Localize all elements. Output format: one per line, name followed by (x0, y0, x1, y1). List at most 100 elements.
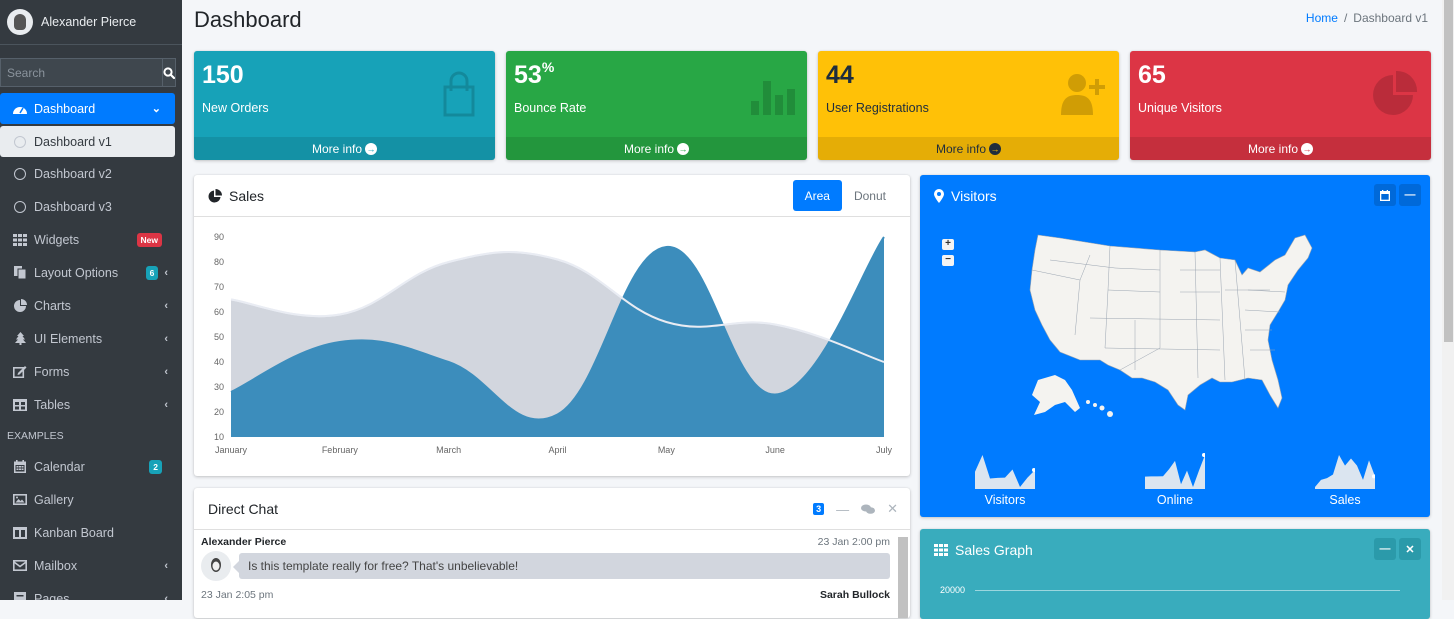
y-tick-label: 10 (214, 432, 224, 442)
search-icon (163, 66, 175, 79)
close-icon[interactable]: ✕ (887, 501, 898, 517)
sidebar: Alexander Pierce Dashboard ⌄ Dashboard v… (0, 0, 182, 600)
tree-icon (12, 332, 28, 346)
chevron-left-icon: ‹ (164, 299, 168, 312)
arrow-circle-right-icon: → (989, 142, 1002, 155)
remove-button[interactable]: ✕ (1399, 538, 1421, 560)
arrow-circle-right-icon: → (677, 142, 690, 155)
sidebar-item-dashboard-v2[interactable]: Dashboard v2 (0, 157, 182, 190)
sidebar-item-dashboard-v1[interactable]: Dashboard v1 (0, 126, 175, 157)
sidebar-item-dashboard-v3[interactable]: Dashboard v3 (0, 190, 182, 223)
breadcrumb: Home / Dashboard v1 (1305, 11, 1428, 25)
circle-icon (14, 135, 26, 148)
direct-chat-card: Direct Chat 3 — ✕ Alexander Pierce 23 Ja… (194, 488, 910, 618)
chevron-left-icon: ‹ (164, 559, 168, 572)
sidebar-item-tables[interactable]: Tables ‹ (0, 388, 182, 421)
pie-chart-icon (1373, 70, 1418, 115)
chevron-left-icon: ‹ (164, 332, 168, 345)
collapse-button[interactable]: — (1374, 538, 1396, 560)
box-value: 53% (514, 59, 555, 89)
table-icon (12, 398, 28, 412)
minus-icon: — (1404, 189, 1416, 201)
more-info-link[interactable]: More info → (194, 137, 495, 160)
sidebar-item-ui-elements[interactable]: UI Elements ‹ (0, 322, 182, 355)
x-tick-label: July (876, 445, 893, 455)
sidebar-item-widgets[interactable]: Widgets New (0, 223, 182, 256)
chat-title: Direct Chat (208, 500, 279, 517)
small-box-new-orders: 150 New Orders More info → (194, 51, 495, 160)
sidebar-item-layout-options[interactable]: Layout Options 6 ‹ (0, 256, 182, 289)
message-text: Is this template really for free? That's… (233, 553, 890, 579)
box-label: Unique Visitors (1138, 101, 1222, 115)
sidebar-item-kanban-board[interactable]: Kanban Board (0, 516, 182, 549)
usa-map[interactable] (1020, 230, 1320, 425)
sparkline-endpoint (1032, 468, 1035, 473)
gridline (975, 590, 1400, 591)
message-author: Sarah Bullock (819, 589, 890, 601)
y-tick-label: 20000 (940, 585, 966, 595)
chat-scrollbar[interactable] (898, 537, 908, 618)
sidebar-nav: Dashboard ⌄ Dashboard v1 Dashboard v2 Da… (0, 93, 182, 600)
th-icon (12, 233, 28, 247)
sidebar-item-pages[interactable]: Pages ‹ (0, 582, 182, 600)
y-tick-label: 20 (214, 407, 224, 417)
more-info-link[interactable]: More info → (506, 137, 807, 160)
copy-icon (12, 266, 28, 280)
sales-graph-card: Sales Graph — ✕ 20000 (920, 529, 1430, 619)
tab-donut[interactable]: Donut (842, 180, 898, 211)
sidebar-item-mailbox[interactable]: Mailbox ‹ (0, 549, 182, 582)
sidebar-item-gallery[interactable]: Gallery (0, 483, 182, 516)
comments-icon[interactable] (861, 504, 876, 515)
map-zoom-in-button[interactable]: + (942, 239, 954, 250)
sparkline-area (1315, 455, 1375, 489)
map-zoom-out-button[interactable]: − (942, 255, 954, 266)
chart-pie-icon (208, 188, 222, 202)
box-value: 65 (1138, 61, 1166, 89)
sidebar-item-charts[interactable]: Charts ‹ (0, 289, 182, 322)
sidebar-item-dashboard[interactable]: Dashboard ⌄ (0, 93, 175, 124)
y-tick-label: 70 (214, 282, 224, 292)
shopping-bag-icon (443, 71, 475, 117)
breadcrumb-home-link[interactable]: Home (1306, 11, 1338, 25)
small-boxes: 150 New Orders More info → 53% Bounce Rat… (194, 51, 1431, 160)
user-name[interactable]: Alexander Pierce (41, 15, 136, 29)
search-button[interactable] (162, 58, 176, 87)
y-tick-label: 90 (214, 232, 224, 242)
sparkline-area (975, 455, 1035, 489)
chart-pie-icon (12, 299, 28, 313)
calendar-icon (1380, 189, 1390, 201)
count-badge: 6 (145, 265, 159, 280)
x-tick-label: May (658, 445, 676, 455)
date-range-button[interactable] (1374, 184, 1396, 206)
circle-icon (14, 200, 26, 213)
x-tick-label: April (548, 445, 566, 455)
nav-header-examples: EXAMPLES (7, 430, 64, 442)
x-tick-label: February (322, 445, 359, 455)
visitors-title: Visitors (951, 188, 997, 204)
sidebar-item-forms[interactable]: Forms ‹ (0, 355, 182, 388)
box-value: 44 (826, 61, 854, 89)
bar-chart-icon (751, 81, 795, 115)
page-scrollbar[interactable] (1442, 0, 1454, 600)
box-label: Bounce Rate (514, 101, 587, 115)
count-badge: 2 (149, 459, 162, 474)
tachometer-icon (12, 102, 28, 116)
search-input[interactable] (0, 58, 162, 87)
sparkline-area (1145, 455, 1205, 489)
more-info-link[interactable]: More info → (818, 137, 1119, 160)
minus-icon[interactable]: — (836, 502, 849, 517)
message-time: 23 Jan 2:00 pm (817, 536, 890, 548)
user-panel[interactable]: Alexander Pierce (0, 0, 182, 45)
sidebar-item-calendar[interactable]: Calendar 2 (0, 450, 182, 483)
edit-icon (12, 365, 28, 379)
user-avatar[interactable] (7, 9, 33, 35)
sparkline-row: Visitors Online Sales (920, 451, 1430, 507)
tab-area[interactable]: Area (792, 180, 842, 211)
visitors-card: Visitors — + − Visitors Online Sales (920, 175, 1430, 517)
message-avatar (201, 551, 231, 581)
breadcrumb-current: Dashboard v1 (1353, 11, 1428, 25)
scrollbar-thumb[interactable] (1444, 0, 1453, 342)
more-info-link[interactable]: More info → (1130, 137, 1431, 160)
columns-icon (12, 526, 28, 540)
collapse-button[interactable]: — (1399, 184, 1421, 206)
